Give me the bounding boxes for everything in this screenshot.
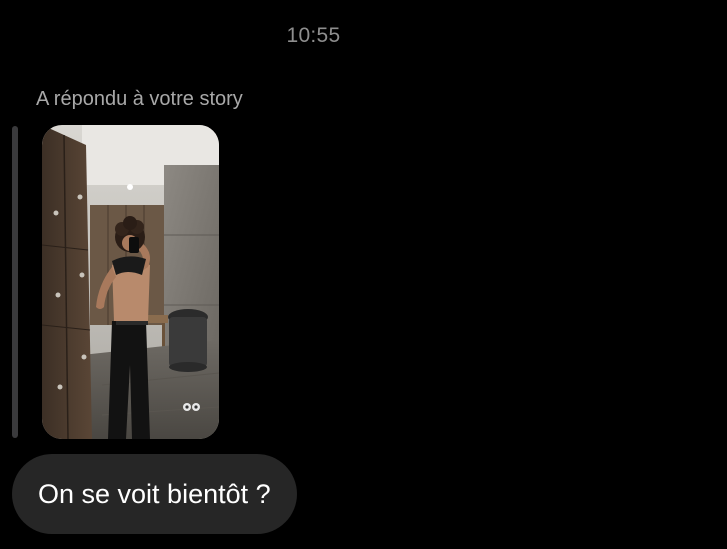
message-bubble[interactable]: On se voit bientôt ? — [12, 454, 297, 534]
story-reply-label: A répondu à votre story — [36, 88, 243, 110]
reply-indicator-bar — [12, 126, 18, 438]
story-thumbnail[interactable] — [42, 125, 219, 439]
message-text: On se voit bientôt ? — [38, 478, 271, 509]
conversation-view: 10:55 A répondu à votre story On se voit… — [0, 0, 727, 549]
message-timestamp: 10:55 — [286, 24, 341, 47]
story-photo-icon — [42, 125, 219, 439]
